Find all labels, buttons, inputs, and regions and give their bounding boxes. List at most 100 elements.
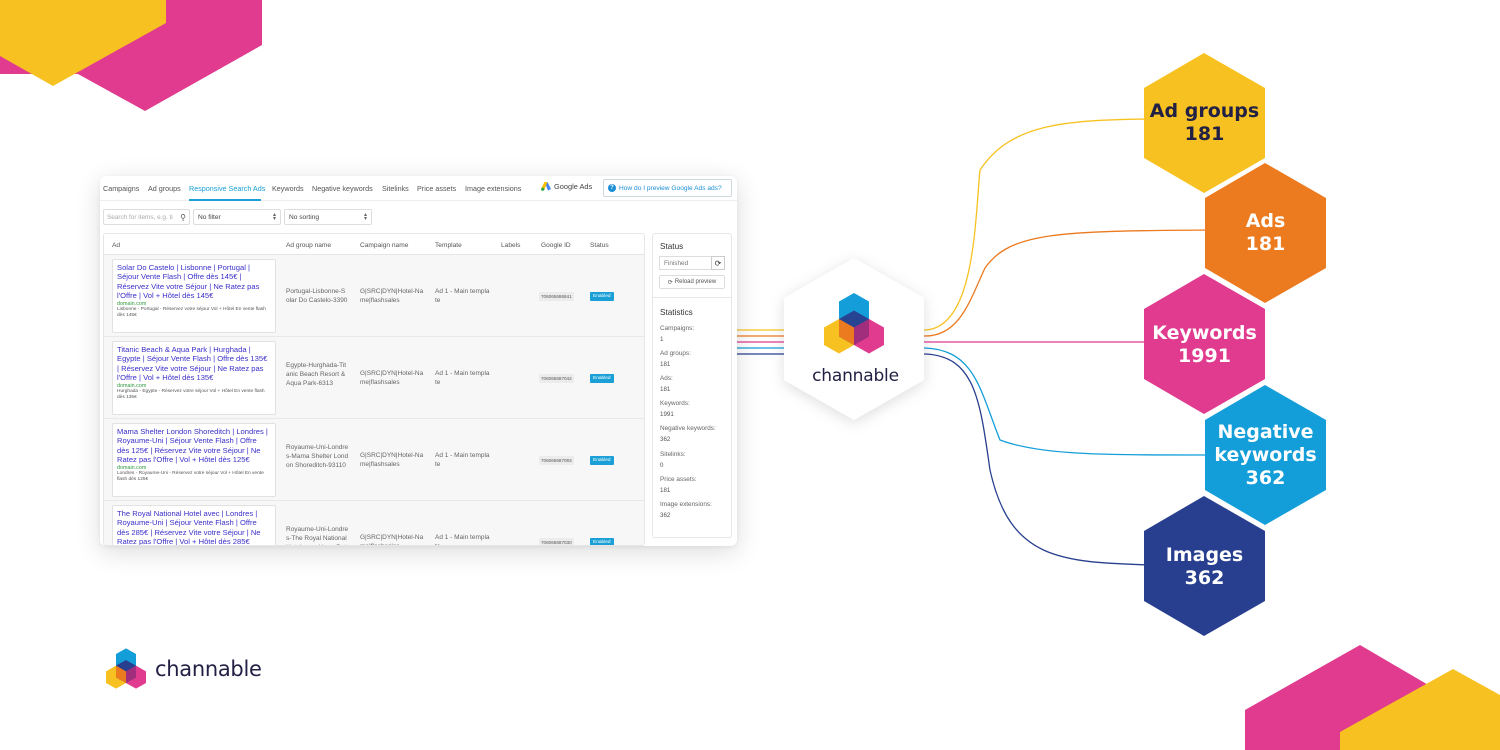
hexagon-negative-keywords-label: Negative: [1217, 421, 1314, 443]
stat-value-negative-keywords: 362: [660, 436, 671, 443]
select-arrows-icon: ▴ ▾: [272, 212, 276, 222]
campaign-name: G|SRC|DYN|Hotel-Na me|flashsales: [360, 370, 424, 386]
hexagon-keywords-label: Keywords: [1152, 322, 1257, 344]
stat-value-ads: 181: [660, 386, 671, 393]
stat-label-image-extensions: Image extensions:: [660, 501, 712, 508]
ad-group-name: Royaume-Uni-Londre s-The Royal National …: [286, 526, 349, 545]
stat-label-price-assets: Price assets:: [660, 476, 697, 483]
statistics-title: Statistics: [660, 308, 693, 317]
template-name: Ad 1 - Main templa te: [435, 370, 490, 386]
sort-select[interactable]: No sorting ▴ ▾: [284, 209, 372, 225]
reload-preview-button[interactable]: ⟳ Reload preview: [659, 275, 725, 289]
hexagon-images-label: Images: [1165, 544, 1244, 566]
status-badge: Enabled: [590, 538, 614, 545]
hexagon-ads-label: Ads: [1245, 210, 1286, 232]
campaign-name: G|SRC|DYN|Hotel-Na me|flashsales: [360, 534, 424, 545]
template-name: Ad 1 - Main templa te: [435, 288, 490, 304]
tab-image-extensions[interactable]: Image extensions: [465, 184, 521, 193]
stat-label-ads: Ads:: [660, 375, 673, 382]
refresh-status-button[interactable]: ⟳: [711, 256, 725, 270]
ad-preview-card: The Royal National Hotel avec | Londres …: [112, 505, 276, 546]
google-id: 706065687042: [539, 374, 574, 383]
table-row[interactable]: Solar Do Castelo | Lisbonne | Portugal |…: [104, 255, 644, 337]
channable-footer-label: channable: [155, 657, 262, 681]
status-title: Status: [660, 242, 684, 251]
stat-label-sitelinks: Sitelinks:: [660, 451, 686, 458]
filter-select[interactable]: No filter ▴ ▾: [193, 209, 281, 225]
hexagon-ads-value: 181: [1245, 233, 1286, 255]
ad-description: Lisbonne - Portugal - Réservez votre séj…: [117, 307, 266, 319]
ad-preview-card: Mama Shelter London Shoreditch | Londres…: [112, 423, 276, 497]
tab-price-assets[interactable]: Price assets: [417, 184, 456, 193]
google-ads-brand: Google Ads: [541, 182, 592, 191]
tab-sitelinks[interactable]: Sitelinks: [382, 184, 409, 193]
ad-description: Londres - Royaume-Uni - Réservez votre s…: [117, 471, 264, 483]
channable-center-hexagon: [784, 258, 924, 420]
tab-responsive-search-ads[interactable]: Responsive Search Ads: [189, 184, 265, 193]
help-icon: ?: [608, 184, 616, 192]
stat-label-ad-groups: Ad groups:: [660, 350, 691, 357]
table-row[interactable]: Mama Shelter London Shoreditch | Londres…: [104, 419, 644, 501]
hexagon-keywords-text: Keywords 1991: [1144, 322, 1265, 368]
ad-description: Hurghada - Egypte - Réservez votre séjou…: [117, 389, 265, 401]
status-section: Status Finished ⟳ ⟳ Reload preview: [653, 234, 731, 298]
ad-headline: The Royal National Hotel avec | Londres …: [117, 509, 261, 546]
search-placeholder: Search for items, e.g. ti: [107, 214, 173, 221]
column-header-campaign-name: Campaign name: [360, 242, 409, 249]
ad-headline: Titanic Beach & Aqua Park | Hurghada | E…: [117, 345, 268, 382]
stat-value-keywords: 1991: [660, 411, 674, 418]
ad-headline: Mama Shelter London Shoreditch | Londres…: [117, 427, 268, 464]
search-input[interactable]: Search for items, e.g. ti ⚲: [103, 209, 190, 225]
ad-preview-card: Titanic Beach & Aqua Park | Hurghada | E…: [112, 341, 276, 415]
hexagon-ad-groups-text: Ad groups 181: [1144, 100, 1265, 146]
column-header-ad-group-name: Ad group name: [286, 242, 332, 249]
hexagon-ad-groups-value: 181: [1184, 123, 1225, 145]
status-sidebar: Status Finished ⟳ ⟳ Reload preview Stati…: [652, 233, 732, 538]
column-header-status: Status: [590, 242, 609, 249]
hexagon-negative-keywords-value: 362: [1245, 467, 1286, 489]
template-name: Ad 1 - Main templa te: [435, 452, 490, 468]
tab-keywords[interactable]: Keywords: [272, 184, 304, 193]
google-id: 706065687093: [539, 456, 574, 465]
reload-preview-label: Reload preview: [674, 279, 717, 285]
refresh-icon: ⟳: [714, 258, 722, 268]
ad-group-name: Egypte-Hurghada-Tit anic Beach Resort & …: [286, 362, 347, 387]
status-badge: Enabled: [590, 292, 614, 301]
ad-group-name: Royaume-Uni-Londre s-Mama Shelter Lond o…: [286, 444, 349, 469]
tab-bar: Campaigns Ad groups Responsive Search Ad…: [100, 176, 737, 201]
table-header: Ad Ad group name Campaign name Template …: [104, 234, 644, 255]
select-arrows-icon: ▴ ▾: [363, 212, 367, 222]
hexagon-keywords-value: 1991: [1178, 345, 1231, 367]
hexagon-negative-keywords-label-2: keywords: [1214, 444, 1317, 466]
column-header-template: Template: [435, 242, 462, 249]
column-header-labels: Labels: [501, 242, 521, 249]
stat-label-negative-keywords: Negative keywords:: [660, 425, 716, 432]
status-badge: Enabled: [590, 374, 614, 383]
stat-value-image-extensions: 362: [660, 512, 671, 519]
stat-value-price-assets: 181: [660, 487, 671, 494]
sort-value: No sorting: [289, 214, 320, 221]
tab-negative-keywords[interactable]: Negative keywords: [312, 184, 373, 193]
ads-preview-panel: Campaigns Ad groups Responsive Search Ad…: [100, 176, 737, 546]
table-row[interactable]: Titanic Beach & Aqua Park | Hurghada | E…: [104, 337, 644, 419]
google-id: 706065686841: [539, 292, 574, 301]
google-ads-icon: [541, 182, 551, 191]
hexagon-ad-groups-label: Ad groups: [1149, 100, 1260, 122]
status-field: Finished: [659, 256, 711, 270]
tab-ad-groups[interactable]: Ad groups: [148, 184, 181, 193]
ad-group-name: Portugal-Lisbonne-S olar Do Castelo-3390: [286, 288, 348, 304]
tab-campaigns[interactable]: Campaigns: [103, 184, 139, 193]
table-row[interactable]: The Royal National Hotel avec | Londres …: [104, 501, 644, 546]
preview-help-button[interactable]: ? How do I preview Google Ads ads?: [603, 179, 732, 197]
google-ads-label: Google Ads: [554, 182, 593, 191]
channable-center-label: channable: [812, 366, 899, 386]
hexagon-images-text: Images 362: [1144, 544, 1265, 590]
stat-value-campaigns: 1: [660, 336, 664, 343]
hexagon-ads-text: Ads 181: [1205, 210, 1326, 256]
search-icon: ⚲: [180, 213, 186, 222]
campaign-name: G|SRC|DYN|Hotel-Na me|flashsales: [360, 452, 424, 468]
column-header-google-id: Google ID: [541, 242, 571, 249]
google-id: 706065687030: [539, 538, 574, 545]
stat-label-campaigns: Campaigns:: [660, 325, 695, 332]
hexagon-images-value: 362: [1184, 567, 1225, 589]
